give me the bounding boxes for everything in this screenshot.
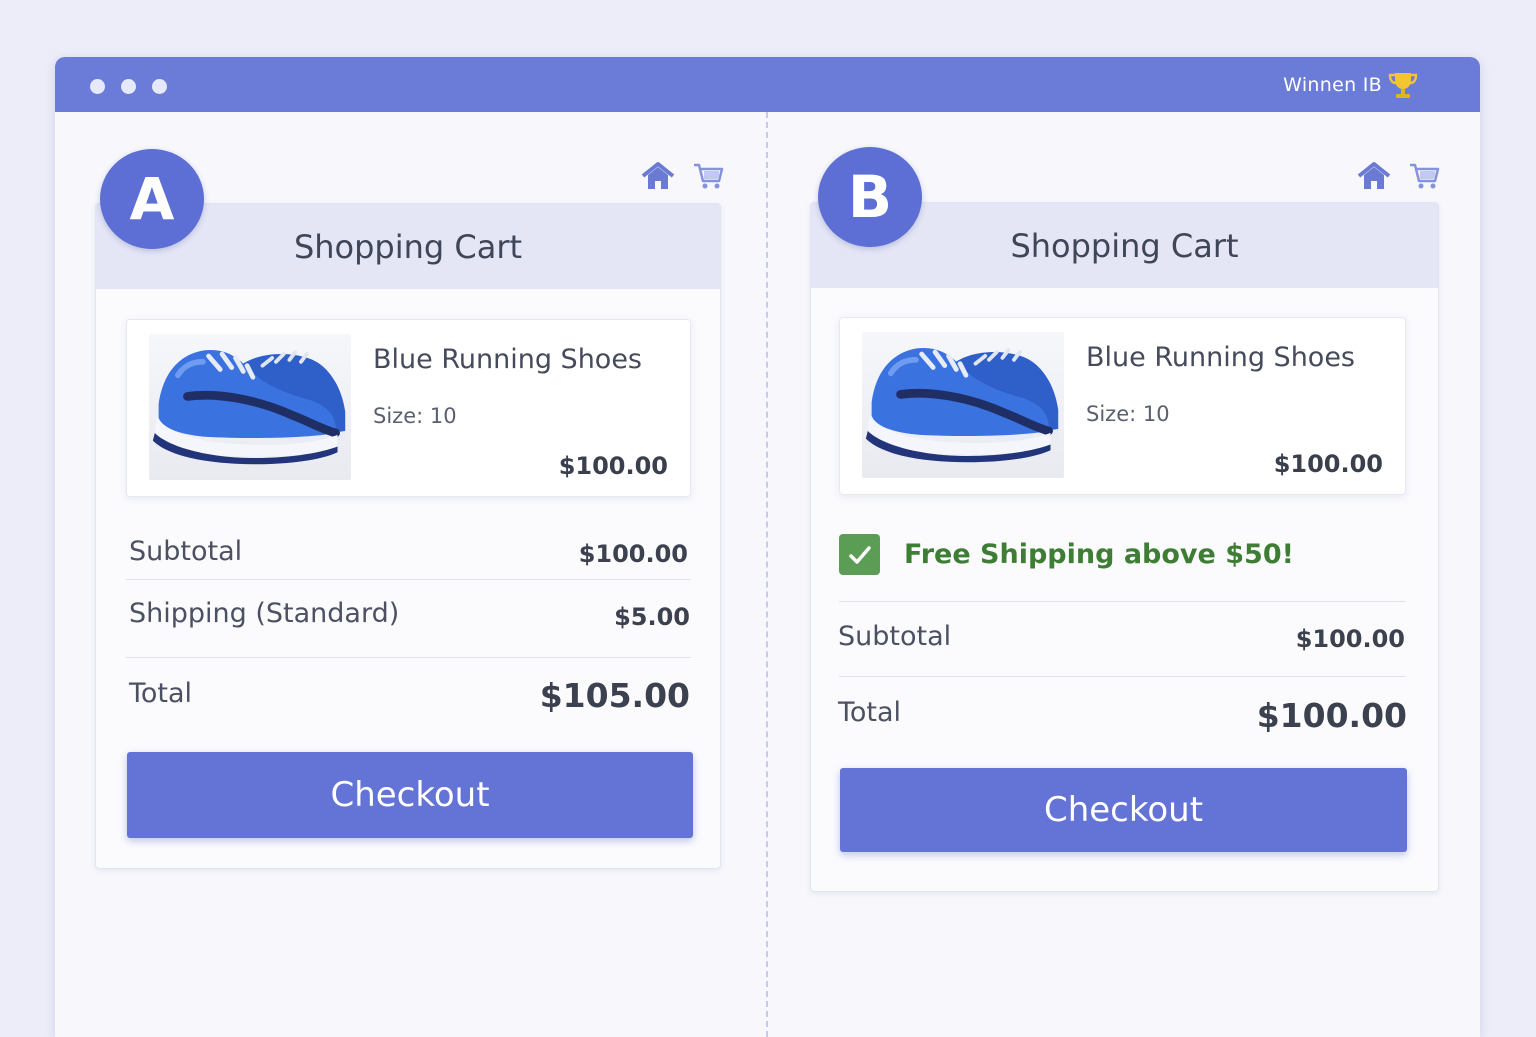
window-dot-minimize[interactable]: [121, 79, 136, 94]
separator: [839, 676, 1406, 677]
separator: [839, 601, 1406, 602]
product-name-a: Blue Running Shoes: [373, 344, 642, 375]
header-icons-b: [1356, 161, 1440, 191]
variant-badge-a: A: [100, 149, 204, 249]
subtotal-label-a: Subtotal: [129, 536, 243, 567]
total-value-b: $100.00: [1256, 696, 1407, 735]
shipping-label-a: Shipping (Standard): [129, 598, 400, 629]
home-icon[interactable]: [1356, 161, 1392, 191]
free-shipping-banner: Free Shipping above $50!: [839, 534, 1294, 575]
total-label-b: Total: [838, 697, 902, 728]
browser-window: Winnen IB Shopping Cart Blue Running Sho…: [55, 57, 1480, 1037]
header-icons-a: [640, 161, 724, 191]
subtotal-value-b: $100.00: [1295, 625, 1405, 653]
checkout-button-b[interactable]: Checkout: [840, 768, 1407, 852]
subtotal-label-b: Subtotal: [838, 621, 952, 652]
cart-panel-a: Shopping Cart Blue Running Shoes Size: 1…: [95, 203, 721, 869]
product-card-a[interactable]: Blue Running Shoes Size: 10 $100.00: [126, 319, 691, 497]
window-titlebar: Winnen IB: [55, 57, 1480, 112]
window-dot-close[interactable]: [90, 79, 105, 94]
separator: [126, 579, 691, 580]
product-image-b: [862, 332, 1064, 478]
product-image-a: [149, 334, 351, 480]
window-dot-maximize[interactable]: [152, 79, 167, 94]
home-icon[interactable]: [640, 161, 676, 191]
trophy-icon: [1388, 73, 1418, 98]
shipping-value-a: $5.00: [614, 603, 690, 631]
brand: Winnen IB: [1283, 71, 1418, 99]
product-price-a: $100.00: [558, 452, 668, 480]
checkmark-icon: [839, 534, 880, 575]
brand-name: Winnen IB: [1283, 74, 1382, 96]
cart-icon[interactable]: [692, 161, 724, 191]
product-price-b: $100.00: [1273, 450, 1383, 478]
total-value-a: $105.00: [539, 676, 690, 715]
separator: [126, 657, 691, 658]
cart-title-a: Shopping Cart: [293, 227, 523, 266]
product-size-b: Size: 10: [1086, 402, 1170, 426]
subtotal-value-a: $100.00: [578, 540, 688, 568]
ab-divider: [766, 112, 768, 1037]
product-card-b[interactable]: Blue Running Shoes Size: 10 $100.00: [839, 317, 1406, 495]
cart-panel-b: Shopping Cart Blue Running Shoes Size: 1…: [810, 202, 1439, 892]
cart-icon[interactable]: [1408, 161, 1440, 191]
cart-title-b: Shopping Cart: [1010, 226, 1239, 265]
checkout-button-a[interactable]: Checkout: [127, 752, 693, 838]
product-size-a: Size: 10: [373, 404, 457, 428]
total-label-a: Total: [129, 678, 193, 709]
product-name-b: Blue Running Shoes: [1086, 342, 1355, 373]
free-shipping-text: Free Shipping above $50!: [904, 539, 1294, 570]
variant-badge-b: B: [818, 147, 922, 247]
